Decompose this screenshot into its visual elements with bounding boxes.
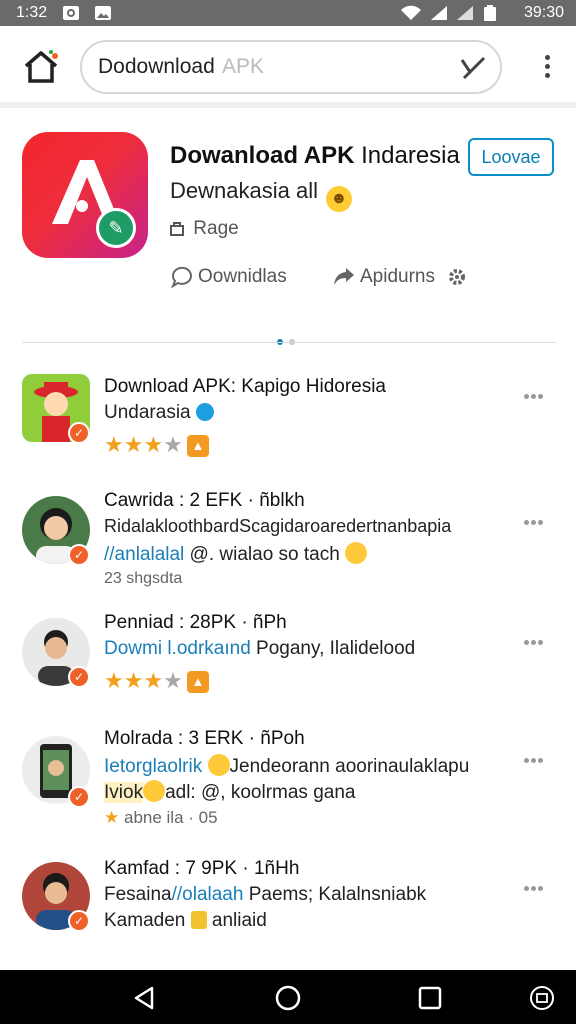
status-time: 1:32 bbox=[16, 4, 48, 21]
home-icon[interactable] bbox=[22, 48, 60, 86]
image-notification-icon bbox=[95, 6, 111, 20]
item-title: Cawrida : 2 EFK · ñblkh bbox=[104, 490, 305, 511]
home-nav-icon[interactable] bbox=[274, 984, 302, 1012]
fire-icon: ▲ bbox=[186, 435, 209, 457]
install-button[interactable]: Loovae bbox=[468, 138, 554, 176]
back-icon[interactable] bbox=[130, 984, 158, 1012]
more-options-icon[interactable] bbox=[524, 878, 548, 891]
verified-check-icon bbox=[195, 403, 214, 421]
battery-icon bbox=[484, 5, 496, 21]
app-badge-icon: ✎ bbox=[96, 208, 136, 248]
emoji-icon bbox=[345, 542, 368, 564]
section-divider bbox=[22, 342, 556, 343]
item-subtitle: Ietorglaolrik Jendeorann aoorinaulaklapu bbox=[104, 754, 470, 777]
item-description: Kamaden anliaid bbox=[104, 910, 267, 931]
fire-icon: ▲ bbox=[186, 671, 209, 693]
list-item[interactable]: ✓ Penniad : 28PK · ñPh Dowmi l.odrkaınd … bbox=[0, 606, 576, 716]
comments-action[interactable]: Oownidlas bbox=[170, 264, 287, 289]
share-icon bbox=[334, 268, 354, 285]
list-item[interactable]: ✓ Kamfad : 7 9PK · 1ñHh Fesaina//olalaah… bbox=[0, 852, 576, 962]
item-meta: ★ abne ila · 05 bbox=[104, 808, 218, 827]
emoji-icon: ☻ bbox=[325, 186, 352, 212]
star-rating: ★★★★ ▲ bbox=[104, 432, 209, 458]
signal-icon bbox=[431, 6, 447, 20]
share-action[interactable]: Apidurns bbox=[332, 264, 472, 288]
camera-notification-icon bbox=[63, 6, 79, 20]
verified-badge-icon: ✓ bbox=[68, 666, 90, 688]
search-input[interactable] bbox=[98, 52, 458, 82]
system-navigation-bar bbox=[0, 970, 576, 1024]
url-search-bar[interactable]: APK bbox=[80, 40, 502, 94]
item-subtitle: Dowmi l.odrkaınd Pogany, Ilalidelood bbox=[104, 638, 416, 659]
recents-icon[interactable] bbox=[416, 984, 444, 1012]
item-title: Molrada : 3 ERK · ñPoh bbox=[104, 728, 305, 749]
list-item[interactable]: ✓ Download APK: Kapigo Hidoresia Undaras… bbox=[0, 370, 576, 480]
list-item[interactable]: ✓ Molrada : 3 ERK · ñPoh Ietorglaolrik J… bbox=[0, 722, 576, 832]
item-subtitle: Undarasia bbox=[104, 402, 214, 424]
carousel-dots bbox=[277, 332, 301, 350]
voice-search-icon[interactable] bbox=[460, 56, 486, 80]
item-title: Download APK: Kapigo Hidoresia bbox=[104, 376, 387, 397]
featured-app-card: ✎ Dowanload APK Indaresia Dewnakasia all… bbox=[0, 114, 576, 346]
app-title: Dowanload APK Indaresia bbox=[170, 142, 460, 169]
search-placeholder-text: APK bbox=[222, 55, 265, 78]
badge-icon bbox=[190, 911, 207, 929]
gear-icon bbox=[449, 269, 466, 285]
item-description: //anlalalal @. wialao so tach bbox=[104, 542, 368, 566]
more-options-icon[interactable] bbox=[524, 512, 548, 525]
verified-badge-icon: ✓ bbox=[68, 422, 90, 444]
app-subtitle: Dewnakasia all ☻ bbox=[170, 178, 352, 212]
item-description: Iviok adl: @, koolrmas gana bbox=[104, 780, 356, 803]
overflow-menu-icon[interactable] bbox=[536, 52, 558, 84]
verified-badge-icon: ✓ bbox=[68, 544, 90, 566]
more-options-icon[interactable] bbox=[524, 632, 548, 645]
comment-icon bbox=[170, 266, 192, 289]
item-subtitle: RidalakloothbardScagidaroaredertnanbapia bbox=[104, 516, 452, 536]
screenshot-icon[interactable] bbox=[528, 984, 556, 1012]
emoji-icon bbox=[207, 754, 230, 776]
emoji-icon bbox=[143, 780, 166, 802]
wifi-icon bbox=[401, 5, 421, 20]
status-clock: 39:30 bbox=[523, 4, 564, 21]
list-item[interactable]: ✓ Cawrida : 2 EFK · ñblkh Ridalakloothba… bbox=[0, 484, 576, 594]
verified-badge-icon: ✓ bbox=[68, 910, 90, 932]
item-subtitle: Fesaina//olalaah Paems; Kalalnsniabk bbox=[104, 884, 427, 905]
more-options-icon[interactable] bbox=[524, 386, 548, 399]
status-bar: 1:32 39:30 bbox=[0, 0, 576, 26]
app-icon[interactable]: ✎ bbox=[22, 132, 148, 258]
star-rating: ★★★★ ▲ bbox=[104, 668, 209, 694]
signal-2-icon bbox=[457, 6, 473, 20]
more-options-icon[interactable] bbox=[524, 750, 548, 763]
app-rating: Rage bbox=[170, 218, 239, 240]
item-title: Kamfad : 7 9PK · 1ñHh bbox=[104, 858, 300, 879]
item-title: Penniad : 28PK · ñPh bbox=[104, 612, 287, 633]
lock-icon bbox=[170, 222, 184, 236]
item-meta: 23 shgsdta bbox=[104, 570, 183, 587]
browser-toolbar: APK bbox=[0, 26, 576, 108]
verified-badge-icon: ✓ bbox=[68, 786, 90, 808]
